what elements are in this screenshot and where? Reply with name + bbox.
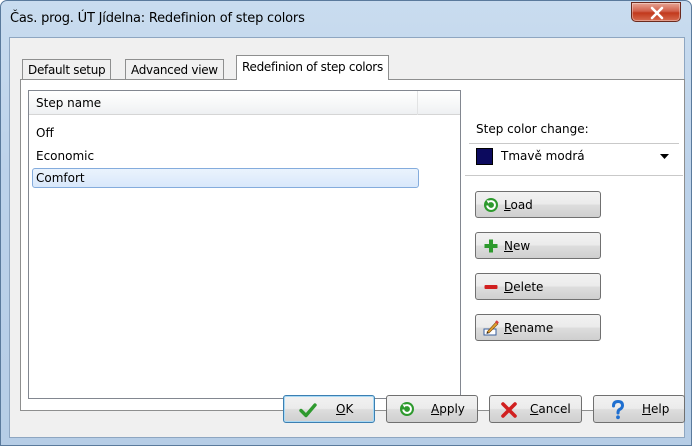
divider — [465, 175, 683, 176]
list-item-label: Comfort — [36, 171, 85, 185]
list-item-off[interactable]: Off — [32, 123, 419, 143]
ok-button-label: OK — [336, 402, 354, 416]
plus-icon — [484, 239, 498, 253]
tab-label: Redefinion of step colors — [242, 60, 383, 74]
window-title: Čas. prog. ÚT Jídelna: Redefinion of ste… — [10, 11, 305, 26]
delete-button[interactable]: Delete — [475, 273, 601, 300]
color-swatch — [476, 148, 493, 165]
step-list[interactable]: Step name Off Economic Comfort — [28, 90, 461, 399]
tab-advanced-view[interactable]: Advanced view — [125, 59, 224, 79]
refresh-icon — [484, 198, 498, 212]
x-icon — [501, 402, 517, 418]
question-icon — [612, 400, 625, 420]
apply-button[interactable]: Apply — [386, 395, 478, 423]
step-color-change-label: Step color change: — [476, 122, 589, 136]
list-item-comfort[interactable]: Comfort — [32, 168, 419, 188]
close-button[interactable] — [631, 2, 681, 22]
title-bar[interactable]: Čas. prog. ÚT Jídelna: Redefinion of ste… — [1, 1, 691, 37]
list-header: Step name — [29, 91, 460, 115]
chevron-down-icon — [660, 154, 669, 159]
dropdown-selected-value: Tmavě modrá — [501, 149, 585, 163]
new-button[interactable]: New — [475, 232, 601, 259]
checkmark-icon — [299, 403, 317, 418]
load-button[interactable]: Load — [475, 191, 601, 218]
minus-icon — [484, 285, 498, 289]
cancel-button-label: Cancel — [530, 402, 571, 416]
list-item-label: Economic — [36, 149, 95, 163]
column-header-step-name[interactable]: Step name — [29, 91, 418, 115]
tab-label: Advanced view — [131, 63, 218, 77]
load-button-label: Load — [504, 198, 533, 212]
help-button[interactable]: Help — [593, 395, 685, 423]
rename-button[interactable]: Rename — [475, 314, 601, 341]
refresh-icon — [400, 402, 414, 416]
tab-label: Default setup — [28, 63, 106, 77]
step-color-dropdown[interactable]: Tmavě modrá — [469, 143, 679, 168]
new-button-label: New — [504, 239, 531, 253]
rename-button-label: Rename — [504, 321, 554, 335]
apply-button-label: Apply — [431, 402, 465, 416]
delete-button-label: Delete — [504, 280, 544, 294]
column-header-label: Step name — [36, 96, 102, 110]
tab-redefinion-of-step-colors[interactable]: Redefinion of step colors — [236, 55, 389, 80]
tab-default-setup[interactable]: Default setup — [22, 59, 112, 79]
list-item-label: Off — [36, 126, 54, 140]
ok-button[interactable]: OK — [283, 395, 375, 423]
cancel-button[interactable]: Cancel — [489, 395, 582, 423]
rename-icon — [483, 320, 499, 336]
list-item-economic[interactable]: Economic — [32, 146, 419, 166]
help-button-label: Help — [642, 402, 670, 416]
dialog-window: Čas. prog. ÚT Jídelna: Redefinion of ste… — [0, 0, 692, 446]
close-icon — [650, 6, 664, 20]
